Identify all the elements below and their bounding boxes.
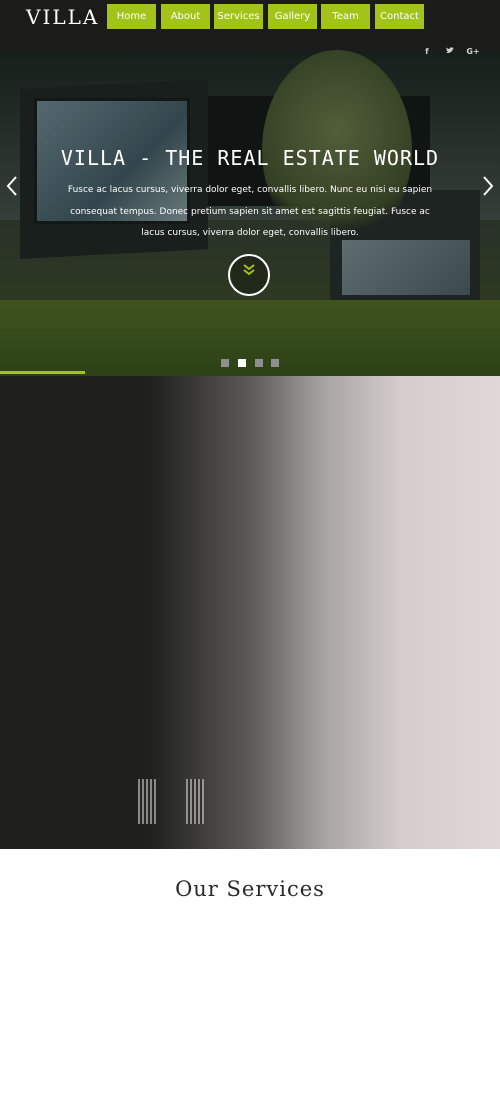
services-section: Our Services [0, 849, 500, 1100]
nav-home[interactable]: Home [107, 4, 156, 29]
slider-progress-bar [0, 371, 500, 374]
fence-post-image [138, 779, 156, 824]
nav-team[interactable]: Team [321, 4, 370, 29]
site-header: VILLA Home About Services Gallery Team C… [0, 0, 500, 56]
hero-title: VILLA - THE REAL ESTATE WORLD [60, 146, 440, 170]
site-logo[interactable]: VILLA [26, 5, 99, 29]
hero-slider: VILLA - THE REAL ESTATE WORLD Fusce ac l… [0, 50, 500, 376]
nav-about[interactable]: About [161, 4, 210, 29]
double-chevron-down-icon [230, 263, 268, 279]
nav-gallery[interactable]: Gallery [268, 4, 317, 29]
slider-progress-fill [0, 371, 85, 374]
facebook-icon[interactable]: f [420, 47, 434, 56]
twitter-icon[interactable] [443, 47, 457, 56]
slider-dot-3[interactable] [255, 359, 263, 367]
google-plus-icon[interactable]: G+ [466, 47, 480, 56]
services-heading: Our Services [175, 877, 325, 901]
social-links: f G+ [416, 39, 480, 56]
slider-dot-2[interactable] [238, 359, 246, 367]
nav-contact[interactable]: Contact [375, 4, 424, 29]
slider-dot-4[interactable] [271, 359, 279, 367]
nav-services[interactable]: Services [214, 4, 263, 29]
scroll-down-button[interactable] [228, 254, 270, 296]
slider-dot-1[interactable] [221, 359, 229, 367]
chevron-left-icon[interactable] [5, 175, 19, 203]
fence-post-image [186, 779, 204, 824]
parallax-section [0, 376, 500, 849]
chevron-right-icon[interactable] [481, 175, 495, 203]
hero-description: Fusce ac lacus cursus, viverra dolor ege… [67, 185, 433, 238]
